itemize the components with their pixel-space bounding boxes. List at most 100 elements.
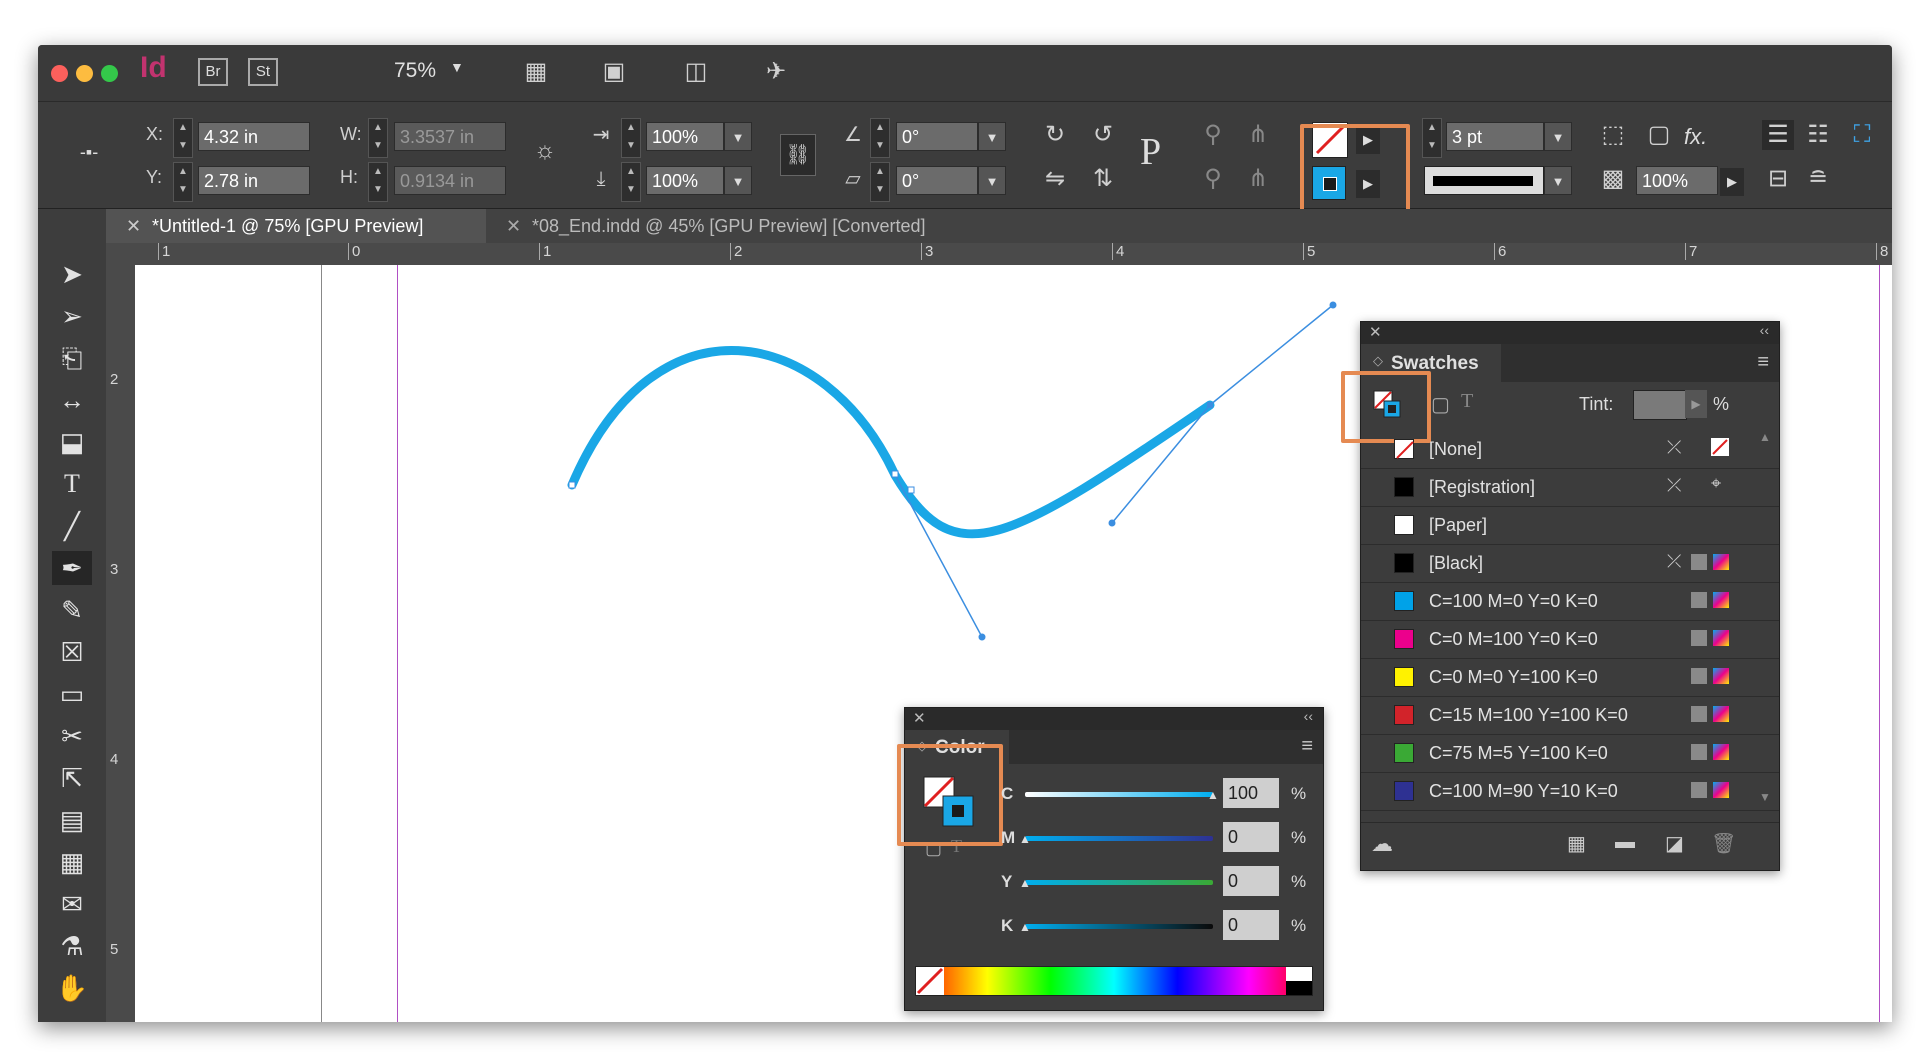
stroke-weight-stepper[interactable]: ▲ ▼ [1422,118,1442,158]
scale-x-stepper[interactable]: ▲ ▼ [621,118,641,158]
rectangle-tool-icon[interactable]: ▭ [52,677,92,711]
rotate-dropdown[interactable]: ▼ [978,122,1006,151]
slider-thumb-icon[interactable]: ▲ [1019,832,1031,846]
y-stepper[interactable]: ▲ ▼ [173,162,193,202]
rotate-field[interactable]: 0° [896,122,978,151]
slider-thumb-icon[interactable]: ▲ [1207,788,1219,802]
select-next-icon[interactable]: ⋔ [1243,164,1273,194]
collapse-icon[interactable]: ‹‹ [1760,322,1769,338]
yellow-field[interactable]: 0 [1223,866,1279,896]
select-content-icon[interactable]: ⚲ [1198,164,1228,194]
h-stepper[interactable]: ▲ ▼ [368,162,388,202]
white-swatch[interactable] [1286,967,1312,981]
pencil-tool-icon[interactable]: ✎ [52,593,92,627]
black-swatch[interactable] [1286,981,1312,995]
direction-handle[interactable] [978,633,986,641]
type-tool-icon[interactable]: T [52,467,92,501]
reference-p-icon[interactable]: P [1140,130,1161,174]
anchor-point-selected[interactable] [1207,402,1213,408]
show-swatch-kinds-icon[interactable]: ▦ [1567,831,1586,856]
flip-vertical-icon[interactable]: ⇅ [1088,164,1118,194]
swatch-row[interactable]: C=15 M=100 Y=100 K=0 [1361,696,1779,735]
select-previous-icon[interactable]: ⋔ [1243,120,1273,150]
collapse-icon[interactable]: ‹‹ [1304,708,1313,724]
zoom-window-button[interactable] [101,65,118,82]
shear-field[interactable]: 0° [896,166,978,195]
slider-thumb-icon[interactable]: ▲ [1019,920,1031,934]
curve-stroke[interactable] [567,346,1215,539]
page-tool-icon[interactable]: ⎗ [52,341,92,375]
select-container-icon[interactable]: ⚲ [1198,120,1228,150]
swatch-row[interactable]: C=100 M=90 Y=10 K=0 [1361,772,1779,811]
eyedropper-tool-icon[interactable]: ⚗ [52,929,92,963]
opacity-menu-button[interactable]: ▶ [1720,168,1744,196]
pen-tool-icon[interactable]: ✒ [52,551,92,585]
cyan-slider[interactable] [1025,792,1213,797]
view-options-icon[interactable]: ▦ [516,57,556,87]
container-icon[interactable]: ▢ [1431,392,1450,417]
anchor-point[interactable] [568,481,576,489]
swatch-row[interactable]: C=75 M=5 Y=100 K=0 [1361,734,1779,773]
x-stepper[interactable]: ▲ ▼ [173,118,193,158]
scale-x-dropdown[interactable]: ▼ [724,122,752,151]
close-icon[interactable]: ✕ [1369,323,1382,341]
swatch-scrollbar[interactable]: ▲ ▼ [1757,430,1775,815]
text-formatting-icon[interactable]: T [1461,390,1473,413]
scroll-down-icon[interactable]: ▼ [1759,790,1771,804]
anchor-point[interactable] [891,470,899,478]
selection-tool-icon[interactable]: ➤ [52,257,92,291]
swatch-row[interactable]: C=0 M=0 Y=100 K=0 [1361,658,1779,697]
auto-fit-icon[interactable]: ⛶ [1846,120,1878,150]
rotate-cw-icon[interactable]: ↻ [1040,120,1070,150]
stroke-type-dropdown[interactable]: ▼ [1544,166,1572,195]
rectangle-frame-tool-icon[interactable]: ☒ [52,635,92,669]
w-field[interactable]: 3.3537 in [394,122,506,151]
anchor-point[interactable] [907,486,915,494]
rotate-stepper[interactable]: ▲ ▼ [870,118,890,158]
x-field[interactable]: 4.32 in [198,122,310,151]
tab-08-end[interactable]: ✕ *08_End.indd @ 45% [GPU Preview] [Conv… [486,209,986,243]
drop-shadow-icon[interactable]: ▢ [1644,120,1674,150]
scale-y-dropdown[interactable]: ▼ [724,166,752,195]
black-field[interactable]: 0 [1223,910,1279,940]
gradient-swatch-tool-icon[interactable]: ▤ [52,803,92,837]
chevron-down-icon[interactable]: ▼ [450,59,464,75]
tint-field[interactable] [1633,390,1687,420]
stroke-weight-field[interactable]: 3 pt [1446,122,1544,151]
direction-handle[interactable] [1108,519,1116,527]
tint-slider-button[interactable]: ▶ [1685,390,1707,418]
scroll-up-icon[interactable]: ▲ [1759,430,1771,444]
effects-fx-icon[interactable]: fx. [1684,124,1707,150]
close-window-button[interactable] [51,65,68,82]
magenta-field[interactable]: 0 [1223,822,1279,852]
text-wrap-shape-icon[interactable]: ⊟ [1762,164,1794,194]
magenta-slider[interactable] [1025,836,1213,841]
panel-menu-icon[interactable]: ≡ [1301,735,1313,758]
swatch-row[interactable]: C=100 M=0 Y=0 K=0 [1361,582,1779,621]
direction-handle[interactable] [1329,301,1337,309]
close-icon[interactable]: ✕ [506,209,521,243]
cyan-field[interactable]: 100 [1223,778,1279,808]
swatch-row[interactable]: [Black] ⤫ [1361,544,1779,583]
content-collector-icon[interactable]: ⬓ [52,425,92,459]
text-wrap-bbox-icon[interactable]: ☷ [1802,120,1834,150]
new-swatch-icon[interactable]: ◪ [1665,831,1684,856]
color-spectrum[interactable] [915,966,1313,996]
swatch-row[interactable]: [Registration] ⤫ ⌖ [1361,468,1779,507]
text-wrap-none-icon[interactable]: ☰ [1762,120,1794,150]
shear-dropdown[interactable]: ▼ [978,166,1006,195]
y-field[interactable]: 2.78 in [198,166,310,195]
gradient-feather-tool-icon[interactable]: ▦ [52,845,92,879]
scale-y-field[interactable]: 100% [646,166,724,195]
scale-y-stepper[interactable]: ▲ ▼ [621,162,641,202]
h-field[interactable]: 0.9134 in [394,166,506,195]
note-tool-icon[interactable]: ✉ [52,887,92,921]
panel-menu-icon[interactable]: ≡ [1757,351,1769,374]
slider-thumb-icon[interactable]: ▲ [1019,876,1031,890]
swatch-row[interactable]: C=0 M=100 Y=0 K=0 [1361,620,1779,659]
flip-horizontal-icon[interactable]: ⇋ [1040,164,1070,194]
screen-mode-icon[interactable]: ▣ [594,57,634,87]
close-icon[interactable]: ✕ [913,709,926,727]
minimize-window-button[interactable] [76,65,93,82]
direct-selection-tool-icon[interactable]: ➢ [52,299,92,333]
